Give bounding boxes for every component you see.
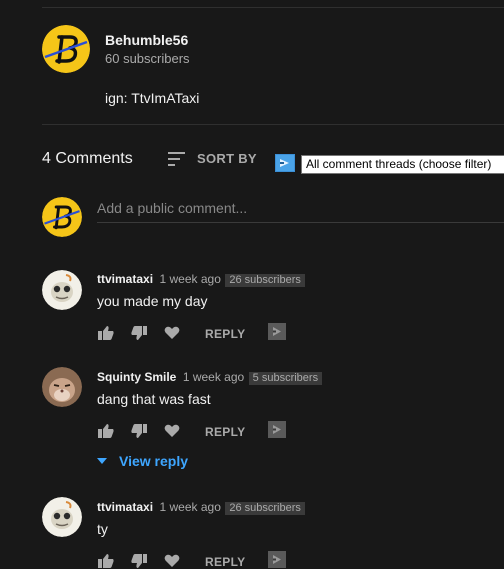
heart-icon[interactable] xyxy=(164,424,180,438)
comment-meta: ttvimataxi 1 week ago 26 subscribers xyxy=(97,498,305,516)
subscriber-badge: 26 subscribers xyxy=(225,502,305,515)
comment-time[interactable]: 1 week ago xyxy=(159,272,220,286)
comment-text: you made my day xyxy=(97,293,208,309)
subscriber-badge: 26 subscribers xyxy=(225,274,305,287)
channel-divider xyxy=(42,124,504,125)
heart-icon[interactable] xyxy=(164,554,180,568)
comment-avatar[interactable] xyxy=(42,497,82,537)
behumble-logo-icon xyxy=(42,25,90,73)
subscriber-badge: 5 subscribers xyxy=(248,372,323,385)
thumbs-down-icon[interactable] xyxy=(130,325,148,341)
channel-avatar[interactable] xyxy=(42,25,90,73)
comment-text: ty xyxy=(97,521,108,537)
behumble-logo-icon xyxy=(42,197,82,237)
comment-time[interactable]: 1 week ago xyxy=(183,370,244,384)
add-comment-input[interactable]: Add a public comment... xyxy=(97,200,247,216)
creator-extension-icon[interactable] xyxy=(268,421,286,438)
hamster-avatar-icon xyxy=(42,367,82,407)
comment-filter-select[interactable]: All comment threads (choose filter) xyxy=(301,155,504,174)
comment-avatar[interactable] xyxy=(42,367,82,407)
frog-avatar-icon xyxy=(42,497,82,537)
comment-text: dang that was fast xyxy=(97,391,211,407)
channel-name[interactable]: Behumble56 xyxy=(105,32,188,48)
thumbs-down-icon[interactable] xyxy=(130,553,148,569)
comment-meta: ttvimataxi 1 week ago 26 subscribers xyxy=(97,270,305,288)
comment-author[interactable]: ttvimataxi xyxy=(97,272,153,286)
sort-icon xyxy=(168,152,185,166)
creator-extension-icon[interactable] xyxy=(268,323,286,340)
channel-description: ign: TtvImATaxi xyxy=(105,90,200,106)
view-reply-label: View reply xyxy=(119,453,189,469)
thumbs-up-icon[interactable] xyxy=(97,325,115,341)
filter-extension-icon[interactable] xyxy=(275,154,295,172)
comment-author[interactable]: ttvimataxi xyxy=(97,500,153,514)
composer-avatar xyxy=(42,197,82,237)
chevron-down-icon xyxy=(97,458,107,464)
top-divider xyxy=(42,7,504,8)
thumbs-down-icon[interactable] xyxy=(130,423,148,439)
reply-button[interactable]: REPLY xyxy=(205,555,245,569)
reply-button[interactable]: REPLY xyxy=(205,425,245,439)
reply-button[interactable]: REPLY xyxy=(205,327,245,341)
comments-count: 4 Comments xyxy=(42,150,133,167)
frog-avatar-icon xyxy=(42,270,82,310)
thumbs-up-icon[interactable] xyxy=(97,553,115,569)
comment-avatar[interactable] xyxy=(42,270,82,310)
comment-meta: Squinty Smile 1 week ago 5 subscribers xyxy=(97,368,323,386)
add-comment-underline xyxy=(97,222,504,223)
comment-author[interactable]: Squinty Smile xyxy=(97,370,176,384)
thumbs-up-icon[interactable] xyxy=(97,423,115,439)
comment-time[interactable]: 1 week ago xyxy=(159,500,220,514)
channel-subscriber-count: 60 subscribers xyxy=(105,51,190,66)
sort-by-label: SORT BY xyxy=(197,151,257,166)
heart-icon[interactable] xyxy=(164,326,180,340)
